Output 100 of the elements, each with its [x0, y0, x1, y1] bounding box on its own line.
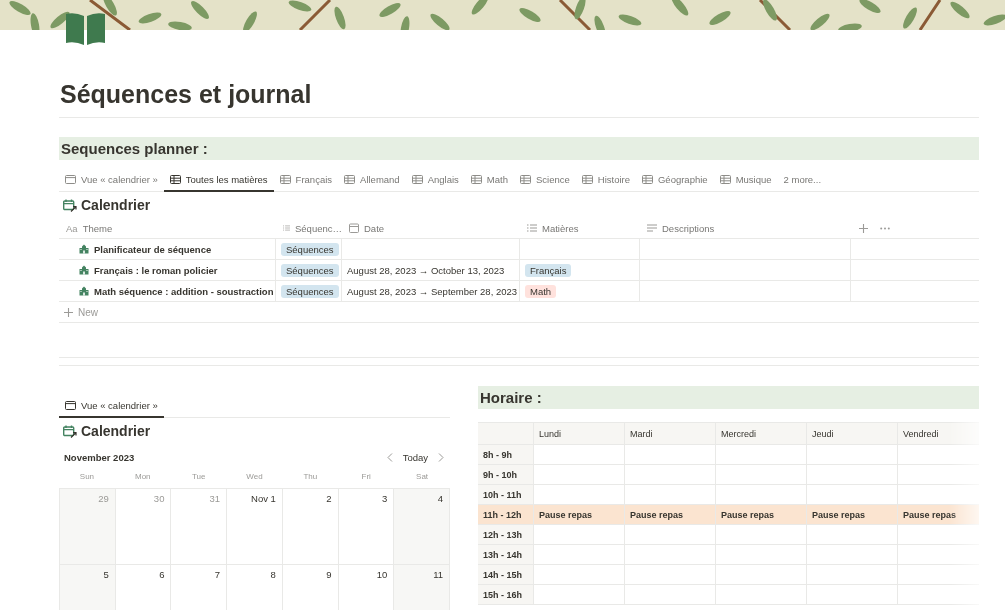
- time-slot: 12h - 13h: [478, 525, 534, 545]
- add-column-icon[interactable]: [859, 223, 868, 233]
- day-number: 31: [209, 493, 221, 504]
- school-icon: [79, 286, 89, 296]
- date-range: August 28, 2023 → September 28, 2023: [347, 285, 518, 297]
- schedule-entry: Pause repas: [807, 505, 898, 525]
- row-title[interactable]: Français : le roman policier: [94, 264, 218, 276]
- calendar-icon: [65, 174, 76, 184]
- day-cell[interactable]: Nov 1: [227, 489, 283, 565]
- weekday-label: Sun: [78, 471, 96, 483]
- view-tab[interactable]: Math: [464, 168, 514, 192]
- view-tab[interactable]: 2 more...: [777, 168, 828, 192]
- view-tab[interactable]: Toutes les matières: [163, 168, 274, 192]
- school-icon: [79, 265, 89, 275]
- table-icon: [581, 174, 593, 184]
- day-number: 10: [376, 569, 388, 580]
- tag: Séquences: [281, 242, 339, 256]
- day-number: 4: [437, 493, 443, 504]
- schedule-entry: Pause repas: [716, 505, 807, 525]
- column-header: Mercredi: [716, 423, 807, 445]
- weekday-label: Wed: [245, 471, 264, 483]
- tag: Séquences: [281, 284, 339, 298]
- text-type-label: Aa: [66, 222, 78, 234]
- day-cell[interactable]: 2: [282, 489, 339, 565]
- day-number: 7: [214, 569, 221, 580]
- book-icon: [65, 12, 106, 46]
- schedule-entry: Pause repas: [534, 505, 625, 525]
- column-header: Matières: [542, 222, 579, 234]
- day-cell[interactable]: 8: [227, 565, 283, 610]
- text-lines-icon: [647, 224, 657, 232]
- table-icon: [169, 174, 181, 184]
- day-number: 8: [270, 569, 276, 580]
- table-icon: [719, 174, 731, 184]
- day-cell[interactable]: 5: [60, 565, 116, 610]
- day-number: 6: [159, 569, 165, 580]
- table-icon: [279, 174, 291, 184]
- weekday-label: Sat: [415, 471, 430, 483]
- column-header: Descriptions: [662, 222, 715, 234]
- time-slot: 13h - 14h: [478, 545, 534, 565]
- time-slot: 8h - 9h: [478, 445, 534, 465]
- time-slot: 15h - 16h: [478, 585, 534, 605]
- calendar-icon: [349, 223, 359, 233]
- view-tab[interactable]: Vue « calendrier »: [59, 168, 164, 192]
- table-icon: [411, 174, 423, 184]
- month-label: November 2023: [64, 451, 135, 463]
- day-number: Nov 1: [251, 493, 276, 504]
- weekday-label: Tue: [190, 471, 207, 483]
- row-title[interactable]: Math séquence : addition - soustraction: [94, 285, 274, 297]
- time-slot: 10h - 11h: [478, 485, 534, 505]
- more-icon[interactable]: [880, 226, 890, 230]
- school-icon: [79, 244, 89, 254]
- view-tab[interactable]: Anglais: [405, 168, 465, 192]
- chevron-left-icon[interactable]: [386, 452, 393, 462]
- time-slot: 9h - 10h: [478, 465, 534, 485]
- tag: Français: [525, 263, 572, 277]
- today-button[interactable]: Today: [402, 451, 428, 463]
- table-icon: [470, 174, 482, 184]
- view-tab[interactable]: Musique: [713, 168, 778, 192]
- weekday-label: Mon: [134, 471, 152, 483]
- day-number: 30: [153, 493, 165, 504]
- tag: Séquences: [281, 263, 339, 277]
- view-tab[interactable]: Géographie: [635, 168, 714, 192]
- column-header: Séquenc…: [295, 222, 342, 234]
- view-tab[interactable]: Science: [513, 168, 576, 192]
- day-cell[interactable]: 9: [282, 565, 339, 610]
- column-header: Date: [364, 222, 385, 234]
- row-title[interactable]: Planificateur de séquence: [94, 243, 212, 255]
- day-cell[interactable]: 4: [394, 489, 450, 565]
- chevron-right-icon[interactable]: [438, 452, 444, 462]
- date-range: August 28, 2023 → October 13, 2023: [347, 264, 505, 276]
- table-icon: [641, 174, 653, 184]
- calendar-icon: [65, 400, 76, 410]
- day-cell[interactable]: 6: [115, 565, 172, 610]
- view-tab[interactable]: Allemand: [338, 168, 406, 192]
- list-icon: [283, 224, 290, 232]
- day-number: 5: [103, 569, 109, 580]
- column-header: Theme: [82, 222, 113, 234]
- table-icon: [519, 174, 531, 184]
- column-header: Mardi: [625, 423, 716, 445]
- time-slot: 11h - 12h: [478, 505, 534, 525]
- add-icon[interactable]: [64, 307, 73, 317]
- view-tab[interactable]: Français: [273, 168, 339, 192]
- time-slot: 14h - 15h: [478, 565, 534, 585]
- section-heading: Horaire :: [478, 386, 979, 409]
- day-cell[interactable]: 7: [171, 565, 228, 610]
- view-tab[interactable]: Histoire: [575, 168, 636, 192]
- table-icon: [344, 174, 356, 184]
- list-icon: [527, 224, 537, 232]
- day-number: 2: [326, 493, 332, 504]
- database-title: Calendrier: [81, 197, 151, 213]
- day-number: 9: [326, 569, 332, 580]
- database-title: Calendrier: [81, 423, 151, 439]
- schedule-entry: Pause repas: [625, 505, 716, 525]
- column-header: Jeudi: [807, 423, 898, 445]
- day-cell[interactable]: 11: [394, 565, 450, 610]
- view-tab[interactable]: Vue « calendrier »: [59, 394, 164, 418]
- day-number: 3: [382, 493, 388, 504]
- day-number: 11: [433, 569, 443, 580]
- column-header: Lundi: [534, 423, 625, 445]
- tag: Math: [525, 284, 557, 298]
